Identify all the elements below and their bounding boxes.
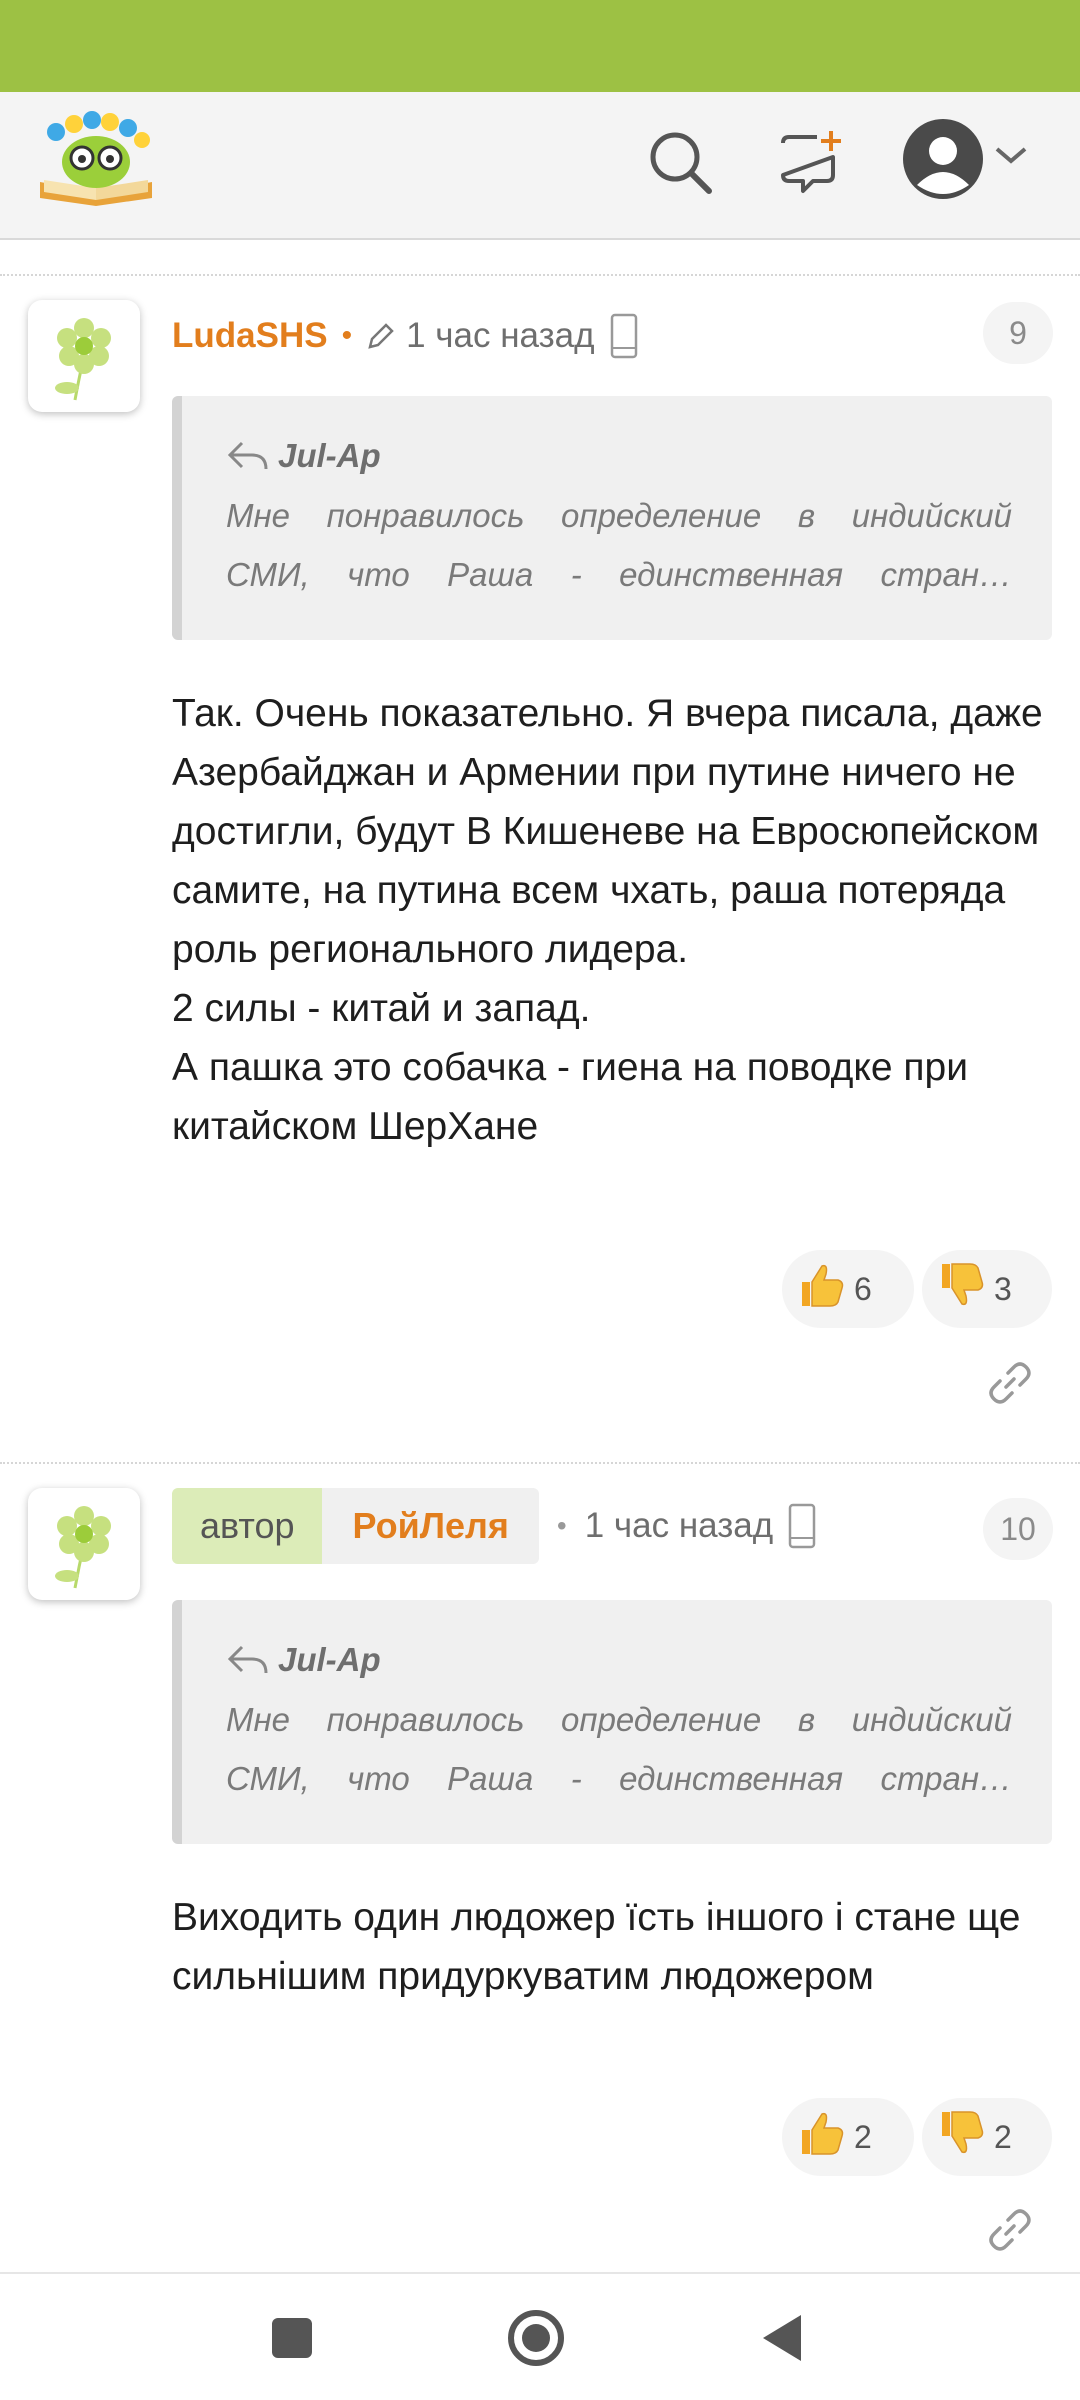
pencil-icon [366,321,396,351]
thumbs-down-icon [936,2108,986,2166]
comment-body: Так. Очень показательно. Я вчера писала,… [172,692,1043,1148]
quote-header: Jul-Ap [226,1638,1012,1682]
comment-number[interactable]: 9 [983,302,1053,364]
online-dot: • [341,319,353,352]
comment-meta: автор РойЛеля • 1 час назад [172,1488,817,1564]
username: РойЛеля [322,1488,539,1564]
author-label: автор [172,1488,323,1564]
comment-time: 1 час назад [406,316,595,355]
like-button[interactable]: 2 [782,2098,914,2176]
thumbs-up-icon [796,2108,846,2166]
quote-block[interactable]: Jul-Ap Мне понравилось определение в инд… [172,1600,1052,1844]
recents-icon[interactable] [254,2300,330,2376]
like-count: 2 [854,2118,872,2155]
chevron-down-icon[interactable] [988,132,1034,178]
link-icon[interactable] [982,1355,1038,1411]
reply-arrow-icon [227,1645,268,1674]
thumbs-up-icon [796,1260,846,1318]
quote-author: Jul-Ap [278,437,381,474]
reply-arrow-icon [227,441,268,470]
thumbs-down-icon [936,1260,986,1318]
author-tag[interactable]: автор РойЛеля [172,1488,539,1564]
app-header [0,92,1080,240]
new-message-icon[interactable] [772,122,852,202]
quote-block[interactable]: Jul-Ap Мне понравилось определение в инд… [172,396,1052,640]
comment-meta: LudaSHS • 1 час назад [172,298,639,374]
username[interactable]: LudaSHS [172,316,328,356]
phone-icon [787,1503,817,1549]
system-nav-bar [0,2272,1080,2400]
like-count: 6 [854,1270,872,1307]
quote-header: Jul-Ap [226,434,1012,478]
dislike-count: 2 [994,2118,1012,2155]
divider [0,274,1080,276]
link-icon[interactable] [982,2202,1038,2258]
home-icon[interactable] [498,2300,574,2376]
dislike-button[interactable]: 3 [922,1250,1052,1328]
user-avatar-icon[interactable] [898,114,988,204]
flower-avatar-icon[interactable] [28,1488,140,1600]
comment-time: 1 час назад [584,1506,774,1545]
flower-avatar-icon[interactable] [28,300,140,412]
comment-body: Виходить один людожер їсть іншого і стан… [172,1896,1032,1998]
search-icon[interactable] [640,122,720,202]
comment-number[interactable]: 10 [983,1498,1053,1560]
quote-text: Мне понравилось определение в индийский … [226,1701,1012,1797]
status-bar [0,0,1080,92]
quote-author: Jul-Ap [278,1641,381,1678]
quote-text: Мне понравилось определение в индийский … [226,497,1012,593]
phone-icon [609,313,639,359]
dislike-count: 3 [994,1270,1012,1307]
separator-dot: • [556,1510,567,1541]
book-flower-logo[interactable] [34,110,160,210]
like-button[interactable]: 6 [782,1250,914,1328]
back-icon[interactable] [744,2300,820,2376]
divider [0,1462,1080,1464]
dislike-button[interactable]: 2 [922,2098,1052,2176]
